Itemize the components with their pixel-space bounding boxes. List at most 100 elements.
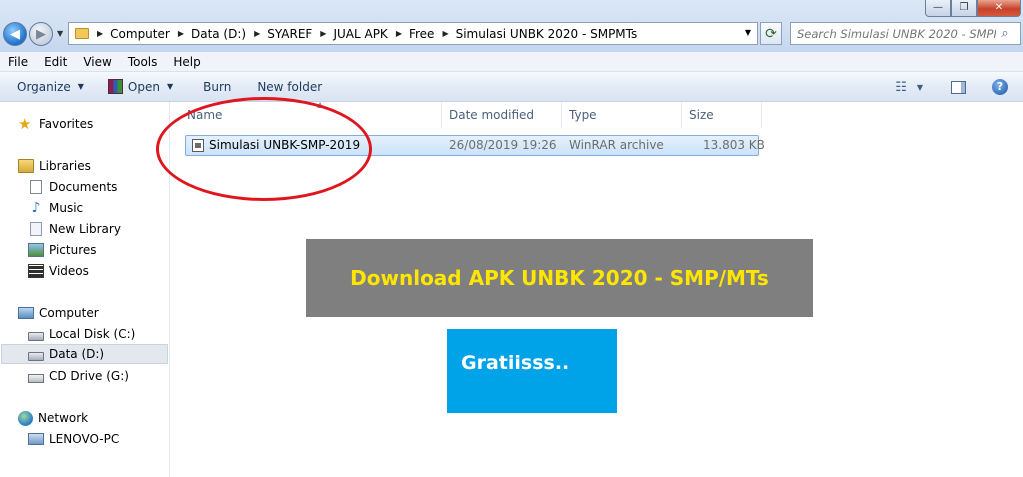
burn-label: Burn (203, 79, 232, 94)
sidebar-label: Pictures (49, 243, 97, 257)
sidebar-label: Libraries (39, 159, 91, 173)
menu-file[interactable]: File (0, 55, 36, 69)
sidebar-item-computer[interactable]: Computer (18, 303, 99, 323)
sidebar-item-data-d[interactable]: Data (D:) (1, 344, 168, 364)
menu-tools[interactable]: Tools (120, 55, 166, 69)
promo-text: Gratiisss.. (461, 352, 570, 374)
search-icon[interactable]: ⌕ (996, 26, 1014, 41)
sidebar-label: Data (D:) (49, 347, 105, 361)
back-button[interactable]: ◀ (3, 22, 27, 46)
sidebar-label: Documents (49, 180, 118, 194)
refresh-icon: ⟳ (765, 25, 777, 42)
computer-icon (18, 307, 34, 319)
sidebar-item-local-disk-c[interactable]: Local Disk (C:) (28, 324, 135, 344)
column-header-type[interactable]: Type (562, 102, 682, 128)
sidebar-label: Music (49, 201, 84, 215)
banner-text: Download APK UNBK 2020 - SMP/MTs (350, 266, 769, 290)
promo-box: Gratiisss.. (447, 329, 617, 413)
search-input[interactable] (791, 23, 996, 44)
open-button[interactable]: Open ▼ (107, 72, 174, 101)
burn-button[interactable]: Burn (203, 72, 231, 101)
chevron-right-icon[interactable]: ▶ (442, 29, 448, 38)
menu-edit[interactable]: Edit (36, 55, 75, 69)
forward-button[interactable]: ▶ (29, 22, 53, 46)
sidebar-label: LENOVO-PC (49, 432, 120, 446)
sidebar-label: Network (38, 411, 89, 425)
breadcrumb-free[interactable]: Free (409, 27, 434, 41)
sidebar-item-music[interactable]: ♪ Music (28, 198, 84, 218)
breadcrumb: ▶ Computer ▶ Data (D:) ▶ SYAREF ▶ JUAL A… (89, 27, 637, 41)
film-icon (28, 264, 44, 278)
window-controls: — ❐ ✕ (925, 0, 1021, 17)
folder-icon (75, 28, 89, 39)
refresh-button[interactable]: ⟳ (760, 22, 782, 45)
maximize-button[interactable]: ❐ (951, 0, 977, 17)
sidebar-item-libraries[interactable]: Libraries (18, 156, 91, 176)
search-box[interactable]: ⌕ (790, 22, 1021, 45)
star-icon: ★ (18, 115, 32, 133)
winrar-icon (107, 79, 123, 94)
navigation-pane: ★ Favorites Libraries Documents ♪ Music … (0, 102, 170, 477)
download-banner: Download APK UNBK 2020 - SMP/MTs (306, 239, 813, 317)
sidebar-item-videos[interactable]: Videos (28, 261, 89, 281)
organize-label: Organize (17, 79, 71, 94)
sidebar-label: Videos (49, 264, 89, 278)
chevron-right-icon[interactable]: ▶ (178, 29, 184, 38)
file-size: 13.803 KB (703, 138, 765, 152)
sidebar-label: Local Disk (C:) (49, 327, 136, 341)
library-icon (18, 159, 34, 173)
breadcrumb-syaref[interactable]: SYAREF (267, 27, 312, 41)
view-controls: ☷ ▼ ? (895, 72, 1023, 102)
chevron-right-icon[interactable]: ▶ (254, 29, 260, 38)
sidebar-label: CD Drive (G:) (49, 369, 129, 383)
sidebar-item-cd-drive-g[interactable]: CD Drive (G:) (28, 366, 129, 386)
address-bar[interactable]: ▶ Computer ▶ Data (D:) ▶ SYAREF ▶ JUAL A… (68, 22, 758, 45)
menu-view[interactable]: View (75, 55, 119, 69)
sidebar-label: Favorites (39, 117, 94, 131)
cd-drive-icon (28, 373, 44, 383)
chevron-down-icon: ▼ (77, 82, 84, 91)
sidebar-item-favorites[interactable]: ★ Favorites (18, 114, 93, 134)
command-bar: Organize ▼ Open ▼ Burn New folder ☷ ▼ ? (0, 72, 1023, 102)
document-icon (30, 180, 42, 194)
sidebar-label: New Library (49, 222, 121, 236)
chevron-right-icon[interactable]: ▶ (97, 29, 103, 38)
breadcrumb-data-d[interactable]: Data (D:) (191, 27, 246, 41)
breadcrumb-computer[interactable]: Computer (110, 27, 170, 41)
window-titlebar: — ❐ ✕ ◀ ▶ ▼ ▶ Computer ▶ Data (D:) ▶ SYA… (0, 0, 1023, 52)
column-header-size[interactable]: Size (682, 102, 762, 128)
help-icon[interactable]: ? (992, 79, 1008, 95)
close-button[interactable]: ✕ (977, 0, 1021, 17)
organize-button[interactable]: Organize ▼ (17, 72, 84, 101)
menu-bar: File Edit View Tools Help (0, 52, 1023, 72)
minimize-button[interactable]: — (925, 0, 951, 17)
open-label: Open (127, 79, 160, 94)
menu-help[interactable]: Help (165, 55, 208, 69)
chevron-right-icon[interactable]: ▶ (320, 29, 326, 38)
sidebar-item-lenovo-pc[interactable]: LENOVO-PC (28, 429, 119, 449)
file-type: WinRAR archive (569, 138, 664, 152)
breadcrumb-current-folder[interactable]: Simulasi UNBK 2020 - SMPMTs (456, 27, 638, 41)
address-dropdown-icon[interactable]: ▼ (745, 28, 751, 37)
network-icon (18, 410, 33, 426)
recent-pages-dropdown-icon[interactable]: ▼ (57, 29, 63, 38)
new-folder-label: New folder (257, 79, 323, 94)
library-icon (30, 222, 42, 236)
sidebar-item-pictures[interactable]: Pictures (28, 240, 97, 260)
chevron-down-icon[interactable]: ▼ (917, 83, 923, 92)
sidebar-item-network[interactable]: Network (18, 408, 88, 428)
column-label: Date modified (449, 108, 535, 122)
chevron-down-icon: ▼ (166, 82, 174, 91)
column-header-date[interactable]: Date modified (442, 102, 562, 128)
computer-icon (28, 433, 44, 445)
drive-icon (28, 351, 44, 361)
sidebar-item-new-library[interactable]: New Library (28, 219, 121, 239)
breadcrumb-jual-apk[interactable]: JUAL APK (333, 27, 387, 41)
preview-pane-icon[interactable] (951, 80, 966, 94)
view-options-icon[interactable]: ☷ (895, 80, 907, 95)
sidebar-item-documents[interactable]: Documents (28, 177, 117, 197)
chevron-right-icon[interactable]: ▶ (396, 29, 402, 38)
file-date: 26/08/2019 19:26 (449, 138, 557, 152)
column-label: Size (689, 108, 714, 122)
highlight-circle (156, 97, 372, 201)
